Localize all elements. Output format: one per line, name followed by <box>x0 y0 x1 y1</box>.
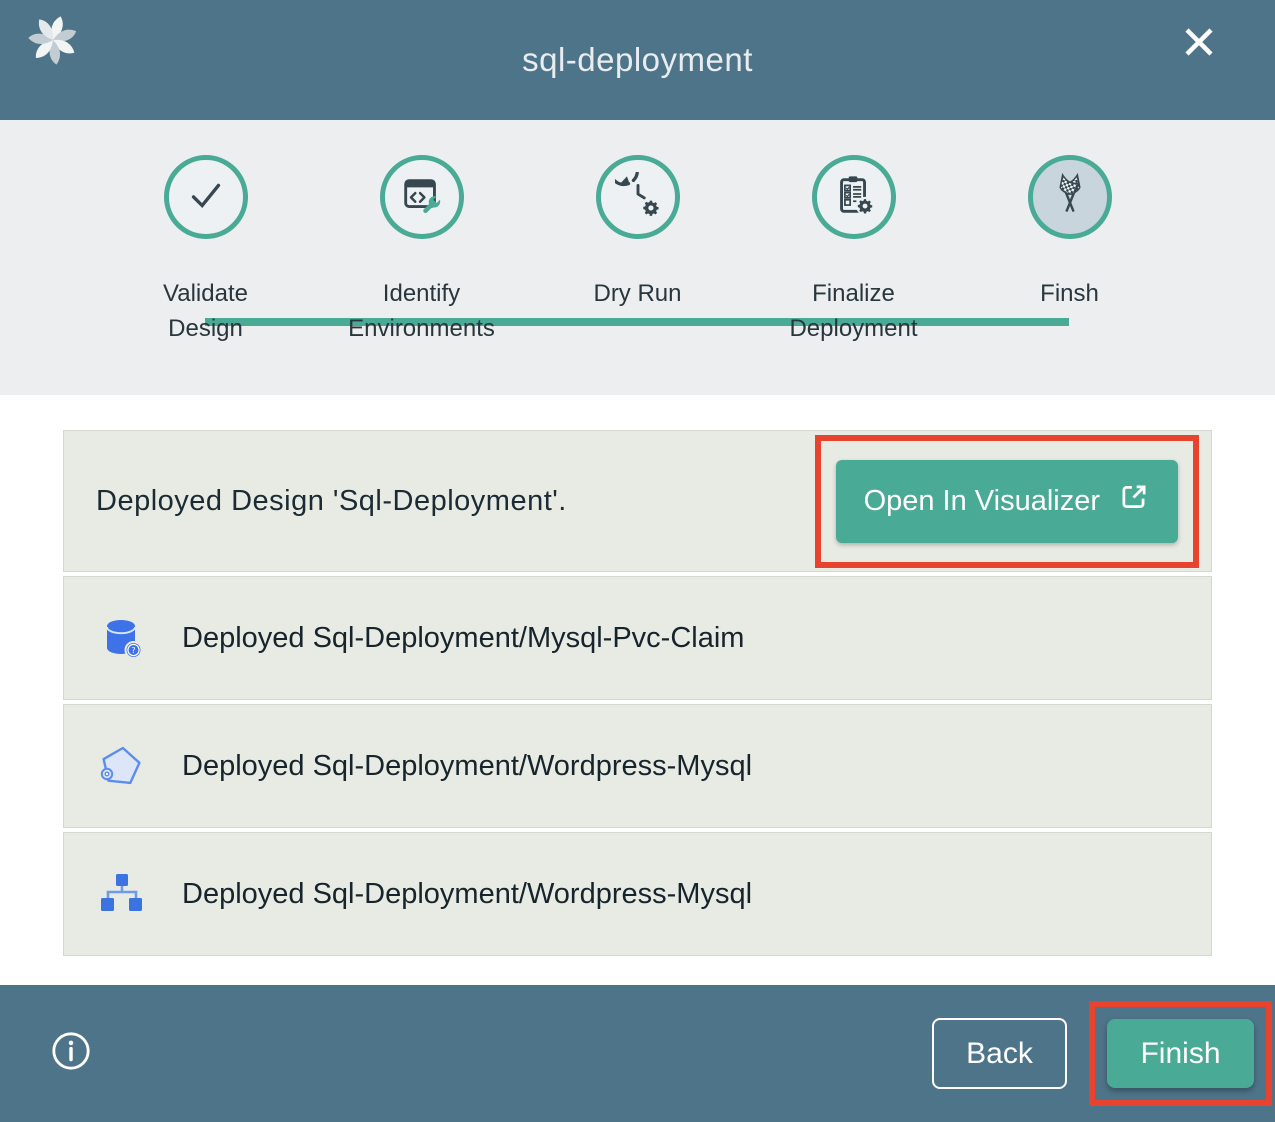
step-circle-validate[interactable] <box>164 155 248 239</box>
step-label: Identify Environments <box>342 277 502 347</box>
deployed-row-text: Deployed Sql-Deployment/Wordpress-Mysql <box>182 750 752 783</box>
step-finish: Finsh <box>962 120 1178 347</box>
step-circle-finalize[interactable] <box>812 155 896 239</box>
deployed-row-text: Deployed Sql-Deployment/Wordpress-Mysql <box>182 878 752 911</box>
deployment-results: Deployed Design 'Sql-Deployment'. Open I… <box>0 395 1275 956</box>
step-circle-dry-run[interactable] <box>596 155 680 239</box>
step-finalize-deployment: Finalize Deployment <box>746 120 962 347</box>
step-label: Finalize Deployment <box>774 277 934 347</box>
open-in-visualizer-label: Open In Visualizer <box>864 485 1100 518</box>
step-circle-finish[interactable] <box>1028 155 1112 239</box>
deployment-stepper: Validate Design Identify Environments <box>0 120 1275 395</box>
design-deployed-row: Deployed Design 'Sql-Deployment'. Open I… <box>63 430 1212 572</box>
step-label: Finsh <box>990 277 1150 312</box>
meshery-logo-icon <box>26 13 80 67</box>
svg-text:?: ? <box>131 646 135 655</box>
annotation-box-visualizer: Open In Visualizer <box>815 435 1199 568</box>
close-icon[interactable] <box>1179 22 1219 62</box>
design-deployed-message: Deployed Design 'Sql-Deployment'. <box>96 485 567 518</box>
deployed-row-pvc: ? Deployed Sql-Deployment/Mysql-Pvc-Clai… <box>63 576 1212 700</box>
step-dry-run: Dry Run <box>530 120 746 347</box>
step-identify-environments: Identify Environments <box>314 120 530 347</box>
step-label: Dry Run <box>558 277 718 312</box>
step-validate-design: Validate Design <box>98 120 314 347</box>
deployed-row-text: Deployed Sql-Deployment/Mysql-Pvc-Claim <box>182 622 744 655</box>
modal-header: sql-deployment <box>0 0 1275 120</box>
modal-title: sql-deployment <box>522 41 753 79</box>
step-label: Validate Design <box>126 277 286 347</box>
info-circle-icon[interactable] <box>50 1030 92 1077</box>
deployed-row-service: Deployed Sql-Deployment/Wordpress-Mysql <box>63 704 1212 828</box>
open-in-visualizer-button[interactable]: Open In Visualizer <box>836 460 1178 543</box>
modal-footer: Back Finish <box>0 985 1275 1122</box>
annotation-box-finish: Finish <box>1089 1001 1272 1106</box>
checkered-flags-icon <box>1047 172 1093 223</box>
open-external-icon <box>1118 481 1150 521</box>
database-storage-icon: ? <box>98 614 146 662</box>
check-icon <box>183 172 229 223</box>
hierarchy-deployment-icon <box>98 870 146 918</box>
finish-button[interactable]: Finish <box>1107 1019 1254 1088</box>
step-circle-identify[interactable] <box>380 155 464 239</box>
pentagon-component-icon <box>98 742 146 790</box>
dry-run-history-gear-icon <box>615 172 661 223</box>
code-configure-icon <box>399 172 445 223</box>
deployed-row-deployment: Deployed Sql-Deployment/Wordpress-Mysql <box>63 832 1212 956</box>
back-button[interactable]: Back <box>932 1018 1067 1089</box>
checklist-gear-icon <box>831 172 877 223</box>
